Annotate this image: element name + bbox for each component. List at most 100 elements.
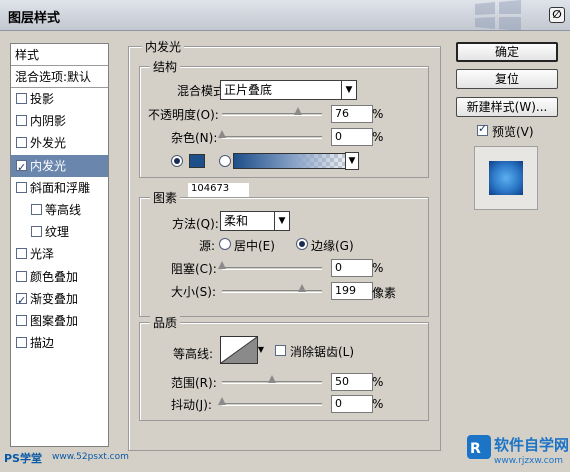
style-item-checkbox[interactable]: [16, 290, 27, 312]
range-slider-thumb[interactable]: [268, 375, 276, 383]
reset-button[interactable]: 复位: [456, 69, 558, 89]
size-slider-thumb[interactable]: [298, 284, 306, 292]
elements-title: 图素: [150, 189, 181, 206]
watermark-left-text: PS学堂: [4, 452, 42, 465]
chevron-down-icon: ▼: [341, 81, 356, 99]
opacity-label: 不透明度(O):: [148, 108, 219, 122]
antialias-checkbox[interactable]: [275, 345, 286, 356]
range-unit: %: [372, 375, 384, 389]
watermark-right-text: 软件自学网: [494, 436, 570, 454]
windows-logo-icon: [475, 0, 521, 31]
style-item-checkbox[interactable]: [16, 137, 27, 149]
style-item-label: 内发光: [30, 158, 67, 173]
style-item-label: 光泽: [30, 247, 55, 262]
opacity-slider-track[interactable]: [222, 113, 322, 116]
style-item[interactable]: 投影: [11, 88, 108, 110]
style-preview: [474, 146, 538, 210]
preview-checkbox[interactable]: [477, 122, 488, 136]
noise-input[interactable]: 0: [331, 128, 373, 146]
opacity-slider-thumb[interactable]: [294, 107, 302, 115]
styles-list: 样式 混合选项:默认 投影内阴影外发光内发光斜面和浮雕等高线纹理光泽颜色叠加渐变…: [10, 43, 109, 447]
style-item[interactable]: 外发光: [11, 132, 108, 154]
style-item[interactable]: 内发光: [11, 154, 108, 179]
style-item-checkbox[interactable]: [16, 270, 27, 282]
jitter-unit: %: [372, 397, 384, 411]
opacity-unit: %: [372, 107, 384, 121]
source-label: 源:: [199, 239, 216, 253]
technique-value: 柔和: [224, 214, 249, 228]
style-item-checkbox[interactable]: [31, 226, 42, 238]
watermark-left-url: www.52psxt.com: [52, 452, 129, 462]
style-item-label: 内阴影: [30, 114, 67, 129]
opacity-input[interactable]: 76: [331, 105, 373, 123]
gradient-radio[interactable]: [219, 155, 231, 167]
preview-swatch: [489, 161, 523, 195]
style-item-label: 等高线: [45, 203, 82, 217]
style-item-checkbox[interactable]: [16, 315, 27, 326]
source-center-radio[interactable]: [219, 238, 231, 250]
jitter-slider-track[interactable]: [222, 403, 322, 406]
jitter-label: 抖动(J):: [171, 398, 212, 412]
style-item[interactable]: 光泽: [11, 243, 108, 265]
style-item-checkbox[interactable]: [16, 181, 27, 193]
watermark-id: 104673: [188, 183, 249, 197]
noise-slider-track[interactable]: [222, 136, 322, 139]
ok-button[interactable]: 确定: [456, 42, 558, 62]
style-item-label: 投影: [30, 92, 55, 106]
range-input[interactable]: 50: [331, 373, 373, 391]
choke-input[interactable]: 0: [331, 259, 373, 277]
style-item[interactable]: 渐变叠加: [11, 288, 108, 312]
size-label: 大小(S):: [171, 285, 217, 299]
range-label: 范围(R):: [171, 376, 217, 390]
choke-slider-thumb[interactable]: [218, 261, 226, 269]
chevron-down-icon: ▼: [348, 156, 356, 166]
contour-picker[interactable]: [220, 336, 258, 364]
style-item[interactable]: 内阴影: [11, 110, 108, 132]
technique-dropdown[interactable]: 柔和 ▼: [220, 211, 290, 231]
watermark-right: R 软件自学网 www.rjzxw.com: [466, 432, 570, 472]
style-item[interactable]: 斜面和浮雕: [11, 177, 108, 199]
style-item-checkbox[interactable]: [16, 93, 27, 104]
style-item-label: 描边: [30, 336, 55, 351]
choke-label: 阻塞(C):: [171, 262, 217, 276]
close-button[interactable]: ∅: [549, 7, 565, 23]
blend-mode-value: 正片叠底: [224, 83, 273, 97]
new-style-button[interactable]: 新建样式(W)...: [456, 97, 558, 117]
quality-title: 品质: [150, 314, 181, 331]
style-item[interactable]: 颜色叠加: [11, 266, 108, 288]
size-slider-track[interactable]: [222, 290, 322, 293]
noise-slider-thumb[interactable]: [218, 130, 226, 138]
noise-label: 杂色(N):: [171, 131, 218, 145]
style-item-checkbox[interactable]: [16, 157, 27, 179]
gradient-picker[interactable]: [233, 153, 357, 169]
technique-label: 方法(Q):: [172, 217, 219, 231]
style-item[interactable]: 图案叠加: [11, 310, 108, 332]
jitter-slider-thumb[interactable]: [218, 397, 226, 405]
style-item-checkbox[interactable]: [16, 337, 27, 349]
chevron-down-icon: ▼: [274, 212, 289, 230]
choke-slider-track[interactable]: [222, 267, 322, 270]
style-item-checkbox[interactable]: [16, 115, 27, 127]
inner-glow-title: 内发光: [142, 38, 185, 55]
jitter-input[interactable]: 0: [331, 395, 373, 413]
size-input[interactable]: 199: [331, 282, 373, 300]
style-item[interactable]: 纹理: [11, 221, 108, 243]
gradient-dropdown[interactable]: ▼: [345, 152, 359, 170]
glow-color-swatch[interactable]: [189, 154, 205, 168]
chevron-down-icon[interactable]: ▼: [256, 336, 266, 364]
preview-label: 预览(V): [492, 125, 534, 139]
styles-list-header: 样式: [11, 44, 108, 66]
svg-text:R: R: [470, 441, 481, 457]
noise-unit: %: [372, 130, 384, 144]
watermark-left: PS学堂 www.52psxt.com: [0, 444, 150, 472]
style-item-checkbox[interactable]: [31, 204, 42, 215]
style-item-label: 斜面和浮雕: [30, 180, 91, 195]
style-item[interactable]: 描边: [11, 332, 108, 354]
style-item[interactable]: 等高线: [11, 199, 108, 221]
style-item-checkbox[interactable]: [16, 248, 27, 260]
solid-color-radio[interactable]: [171, 155, 183, 167]
blend-mode-dropdown[interactable]: 正片叠底 ▼: [220, 80, 357, 100]
size-unit: 像素: [372, 286, 397, 300]
source-edge-radio[interactable]: [296, 238, 308, 250]
blending-options-item[interactable]: 混合选项:默认: [11, 66, 108, 88]
